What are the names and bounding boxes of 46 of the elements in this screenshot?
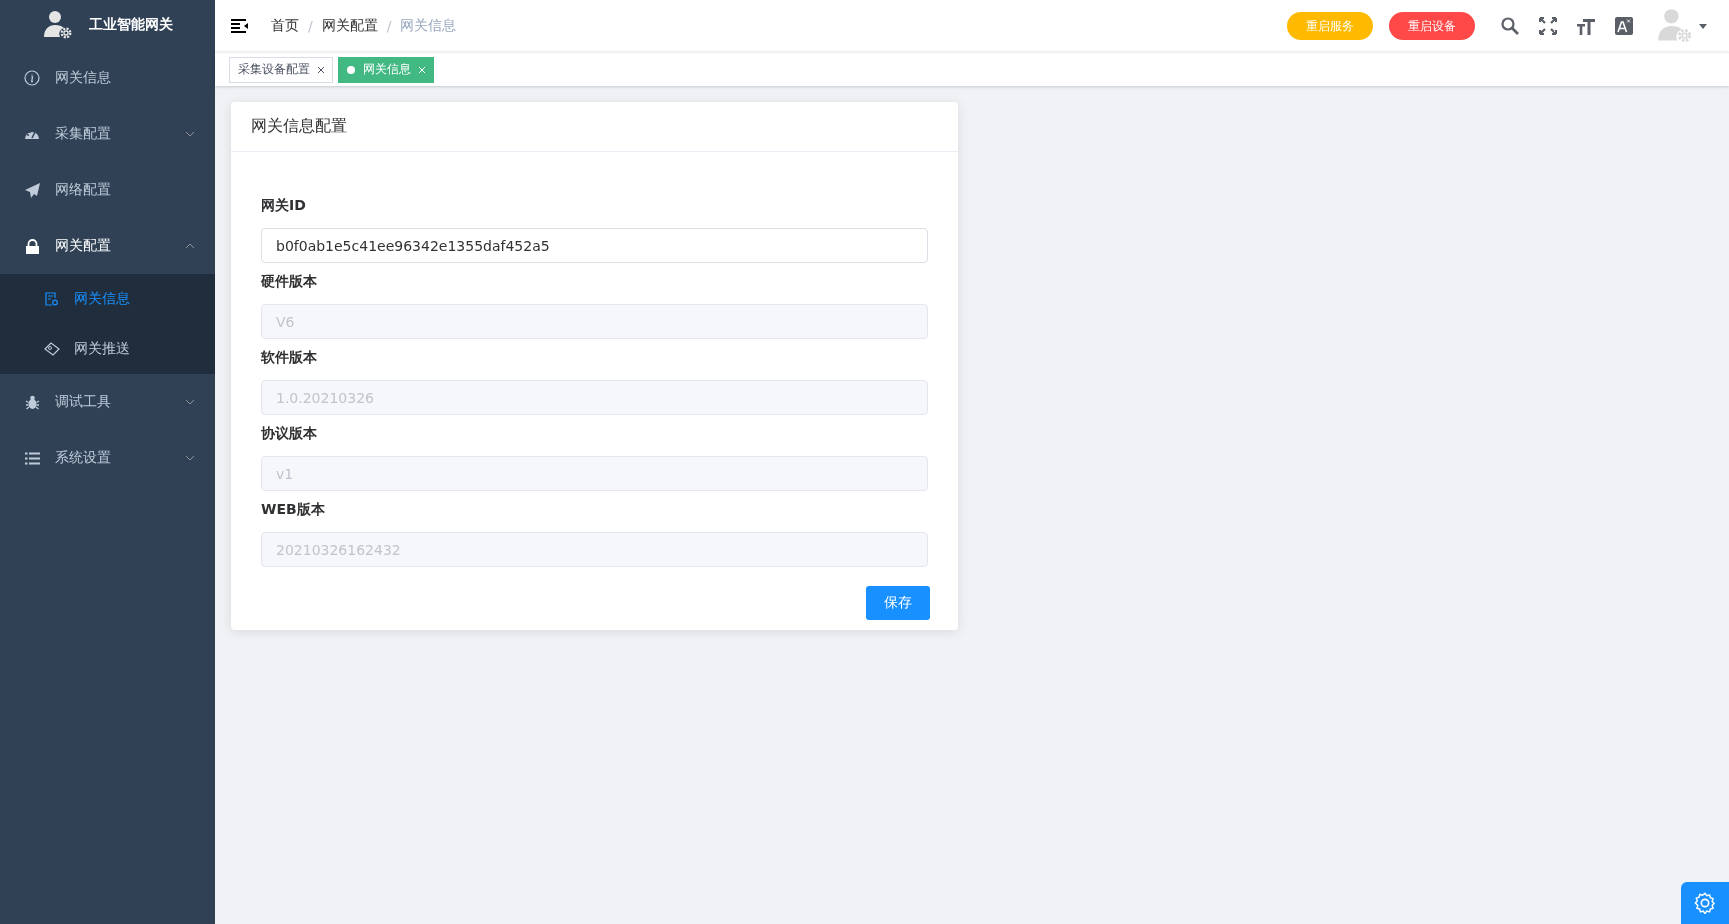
info-icon — [24, 70, 40, 86]
breadcrumb-item[interactable]: 网关配置 — [321, 17, 378, 35]
app-title: 工业智能网关 — [88, 16, 173, 34]
restart-button[interactable]: 重启设备 — [1389, 12, 1475, 40]
menu-group[interactable]: 调试工具 — [0, 374, 215, 430]
fullscreen-icon[interactable] — [1539, 17, 1557, 35]
document-icon — [45, 292, 59, 306]
submenu-item[interactable]: 网关推送 — [0, 324, 215, 374]
field-label: WEB版本 — [261, 501, 326, 519]
menu-group[interactable]: 采集配置 — [0, 106, 215, 162]
menu-item[interactable]: 网络配置 — [0, 162, 215, 218]
font-size-icon[interactable] — [1577, 17, 1595, 35]
menu-item[interactable]: 网关信息 — [0, 50, 215, 106]
field-label: 硬件版本 — [261, 273, 318, 291]
breadcrumb-separator: / — [308, 18, 313, 34]
chevron-down-icon — [185, 455, 195, 461]
list-icon — [24, 451, 40, 465]
field-label: 软件版本 — [261, 349, 318, 367]
user-gear-icon — [42, 10, 73, 40]
breadcrumb-separator: / — [386, 18, 392, 34]
user-gear-icon — [1657, 8, 1693, 44]
chevron-down-icon — [185, 131, 195, 137]
menu-group[interactable]: 系统设置 — [0, 430, 215, 486]
chevron-up-icon — [185, 243, 195, 249]
field-label: 网关ID — [261, 197, 307, 215]
breadcrumb-item[interactable]: 首页 — [271, 17, 299, 35]
breadcrumb-item: 网关信息 — [400, 17, 457, 35]
tag-icon — [44, 342, 60, 356]
menu-group[interactable]: 网关配置 — [0, 218, 215, 274]
submenu-item[interactable]: 网关信息 — [0, 274, 215, 324]
input-field[interactable]: b0f0ab1e5c41ee96342e1355daf452a5 — [261, 228, 928, 263]
paper-plane-icon — [24, 182, 40, 198]
card-title: 网关信息配置 — [231, 102, 958, 152]
search-icon[interactable] — [1501, 17, 1519, 35]
bug-icon — [24, 394, 40, 410]
close-icon[interactable] — [318, 66, 324, 73]
settings-icon[interactable] — [1694, 892, 1716, 914]
chevron-down-icon — [185, 399, 195, 405]
active-dot-icon — [347, 65, 355, 74]
page-tab[interactable]: 采集设备配置 — [229, 56, 333, 83]
settings-button[interactable] — [1681, 882, 1729, 924]
field-label: 协议版本 — [261, 425, 318, 443]
caret-down-icon[interactable] — [1699, 23, 1707, 29]
menu-fold-icon[interactable] — [231, 19, 249, 33]
translate-icon[interactable] — [1615, 17, 1633, 35]
lock-icon — [24, 238, 40, 254]
